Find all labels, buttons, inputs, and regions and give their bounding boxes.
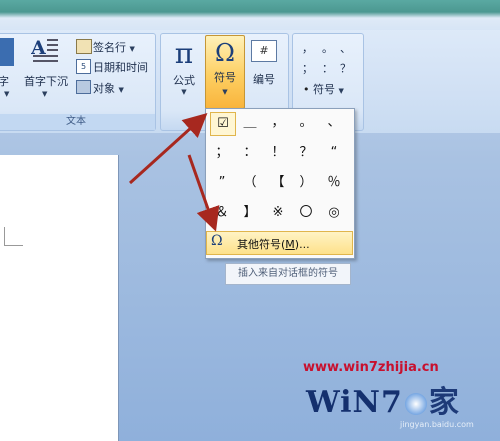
arrow-to-more-symbols: [187, 154, 220, 232]
watermark-url: www.win7zhijia.cn: [303, 360, 439, 375]
windows-orb-icon: [404, 393, 427, 415]
arrow-to-symbol-button: [128, 112, 208, 185]
watermark-sub: jingyan.baidu.com: [400, 420, 474, 429]
watermark-logo-suffix: 家: [428, 385, 460, 420]
watermark-logo: WiN7 家: [306, 377, 460, 421]
watermark-logo-text: WiN7: [306, 385, 403, 420]
